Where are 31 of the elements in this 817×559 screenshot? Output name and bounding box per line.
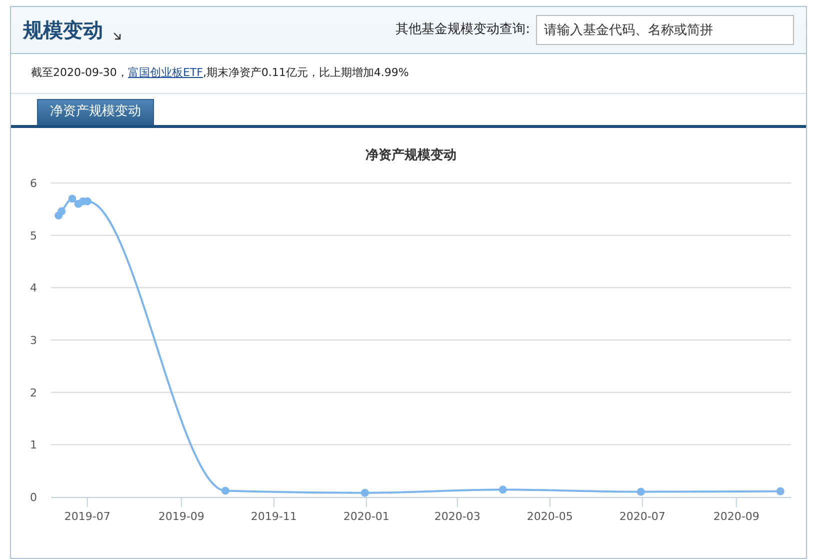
y-tick-label: 5	[30, 229, 37, 242]
x-tick-label: 2019-07	[64, 510, 110, 523]
search-field[interactable]: 请输入基金代码、名称或简拼	[536, 15, 794, 45]
y-tick-label: 0	[30, 491, 37, 504]
y-tick-label: 2	[30, 386, 37, 400]
x-tick-label: 2020-07	[619, 510, 666, 523]
x-tick-label: 2020-05	[526, 510, 573, 523]
page-title: 规模变动	[23, 17, 103, 44]
data-point	[58, 207, 66, 216]
x-tick-label: 2020-01	[343, 510, 390, 523]
y-tick-label: 6	[30, 177, 37, 190]
arrow-icon	[113, 32, 121, 40]
data-point	[68, 194, 76, 203]
data-point	[360, 488, 369, 497]
y-tick-label: 3	[30, 334, 37, 347]
fund-link[interactable]: 富国创业板ETF	[128, 66, 203, 80]
chart-title: 净资产规模变动	[366, 148, 456, 163]
data-point	[221, 486, 230, 495]
x-tick-label: 2019-09	[158, 510, 204, 523]
data-point	[776, 487, 784, 496]
y-tick-label: 4	[30, 282, 37, 295]
data-point	[636, 488, 645, 496]
data-point	[83, 197, 92, 206]
search-label: 其他基金规模变动查询:	[396, 21, 530, 40]
x-tick-label: 2020-09	[713, 510, 760, 523]
x-tick-label: 2020-03	[434, 510, 480, 523]
y-tick-label: 1	[30, 438, 37, 452]
x-tick-label: 2019-11	[250, 510, 297, 523]
data-point	[498, 486, 507, 494]
summary-text: 截至2020-09-30，富国创业板ETF,期末净资产0.11亿元，比上期增加4.99%	[31, 65, 409, 82]
tab[interactable]: 净资产规模变动	[37, 99, 154, 125]
